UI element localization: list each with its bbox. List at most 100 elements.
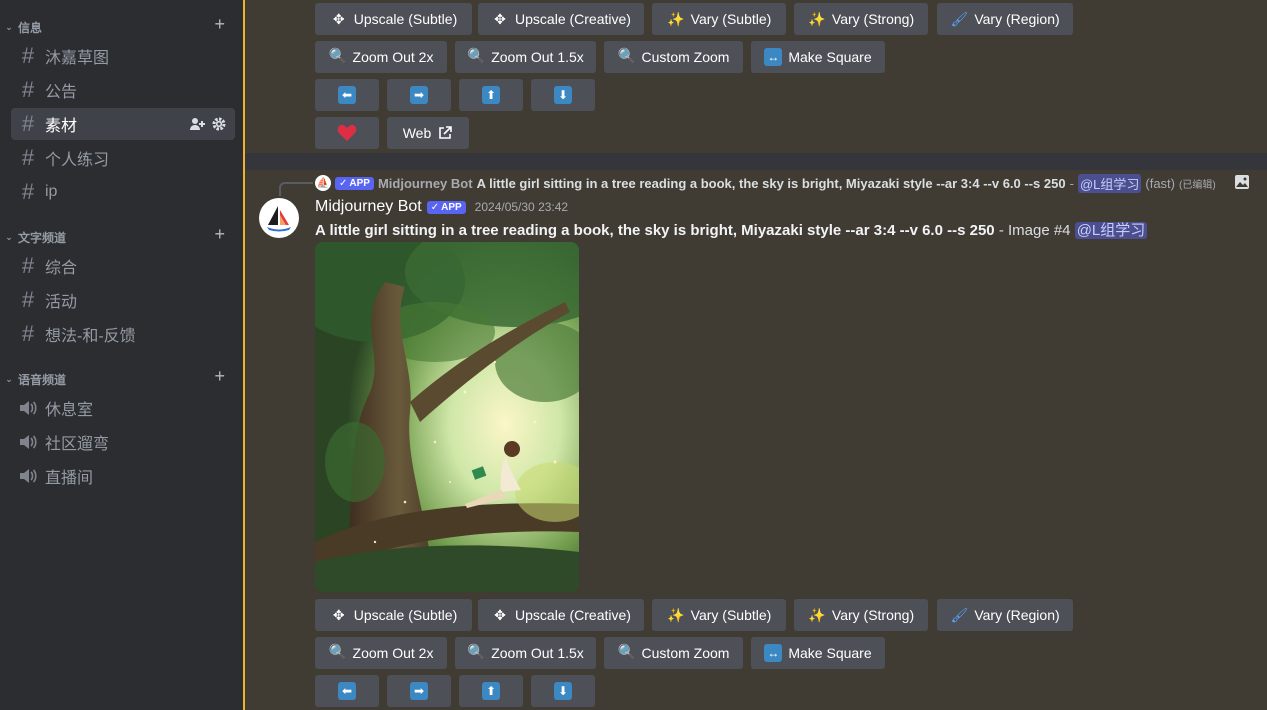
vary-region-button[interactable]: 🖌 Vary (Region)	[937, 599, 1073, 631]
magnifier-icon: 🔍	[467, 644, 486, 661]
pan-right-button[interactable]: ➡	[387, 79, 451, 111]
message-content: A little girl sitting in a tree reading …	[315, 219, 1148, 240]
pan-right-button[interactable]: ➡	[387, 675, 451, 707]
voice-channel-community[interactable]: 社区遛弯	[11, 426, 235, 458]
upscale-creative-button[interactable]: ✥ Upscale (Creative)	[478, 3, 644, 35]
button-label: Zoom Out 2x	[352, 645, 434, 661]
button-label: Vary (Subtle)	[690, 11, 772, 27]
hash-icon: #	[21, 77, 35, 102]
zoom-out-2x-button[interactable]: 🔍 Zoom Out 2x	[315, 637, 447, 669]
make-square-button[interactable]: ↔ Make Square	[751, 637, 885, 669]
app-badge: ✓ APP	[426, 200, 466, 214]
channel-item-ip[interactable]: # ip	[11, 176, 235, 208]
category-info[interactable]: ⌄ 信息 +	[0, 14, 243, 37]
button-label: Upscale (Creative)	[515, 11, 631, 27]
button-label: Upscale (Creative)	[515, 607, 631, 623]
magnifier-icon: 🔍	[617, 644, 637, 661]
zoom-out-1-5x-button[interactable]: 🔍 Zoom Out 1.5x	[455, 637, 596, 669]
channel-label: 综合	[45, 260, 78, 277]
pan-down-button[interactable]: ⬇	[531, 79, 595, 111]
vary-strong-button[interactable]: ✨ Vary (Strong)	[794, 3, 928, 35]
vary-subtle-button[interactable]: ✨ Vary (Subtle)	[652, 599, 786, 631]
channel-item-materials[interactable]: # 素材	[11, 108, 235, 140]
favorite-button[interactable]	[315, 117, 379, 149]
channel-item-sketch[interactable]: # 沐嘉草图	[11, 40, 235, 72]
button-label: Vary (Strong)	[831, 11, 915, 27]
external-link-icon	[439, 126, 453, 139]
make-square-button[interactable]: ↔ Make Square	[751, 41, 885, 73]
voice-channel-lounge[interactable]: 休息室	[11, 392, 235, 424]
zoom-out-2x-button[interactable]: 🔍 Zoom Out 2x	[315, 41, 447, 73]
hash-icon: #	[21, 111, 35, 136]
voice-channel-live[interactable]: 直播间	[11, 460, 235, 492]
image-icon	[1235, 175, 1249, 189]
prompt-text: A little girl sitting in a tree reading …	[315, 222, 995, 239]
button-label: Custom Zoom	[641, 645, 730, 661]
avatar[interactable]	[259, 198, 299, 238]
magnifier-icon: 🔍	[328, 48, 348, 65]
button-label: Vary (Region)	[974, 11, 1060, 27]
invite-member-icon[interactable]	[189, 116, 205, 132]
add-channel-icon[interactable]: +	[214, 14, 225, 35]
category-label: 文字频道	[18, 230, 67, 245]
arrow-down-icon: ⬇	[554, 86, 572, 104]
add-channel-icon[interactable]: +	[214, 224, 225, 245]
pan-down-button[interactable]: ⬇	[531, 675, 595, 707]
hash-icon: #	[21, 43, 35, 68]
pan-left-button[interactable]: ⬅	[315, 675, 379, 707]
upscale-subtle-button[interactable]: ✥ Upscale (Subtle)	[315, 599, 472, 631]
custom-zoom-button[interactable]: 🔍 Custom Zoom	[604, 41, 743, 73]
channel-item-feedback[interactable]: # 想法-和-反馈	[11, 318, 235, 350]
chevron-down-icon: ⌄	[5, 231, 13, 242]
button-label: Zoom Out 2x	[352, 49, 434, 65]
vary-subtle-button[interactable]: ✨ Vary (Subtle)	[652, 3, 786, 35]
magic-wand-icon: ✨	[808, 11, 826, 27]
channel-item-general[interactable]: # 综合	[11, 250, 235, 282]
expand-arrows-icon: ✥	[494, 607, 506, 623]
category-label: 语音频道	[18, 372, 67, 387]
channel-sidebar: ⌄ 信息 + # 沐嘉草图 # 公告 # 素材 # 个人练习 # ip ⌄ 文字…	[0, 0, 243, 710]
channel-item-practice[interactable]: # 个人练习	[11, 142, 235, 174]
button-label: Zoom Out 1.5x	[491, 645, 584, 661]
pan-up-button[interactable]: ⬆	[459, 675, 523, 707]
add-channel-icon[interactable]: +	[214, 366, 225, 387]
arrow-down-icon: ⬇	[554, 682, 572, 700]
vary-strong-button[interactable]: ✨ Vary (Strong)	[794, 599, 928, 631]
channel-item-events[interactable]: # 活动	[11, 284, 235, 316]
reply-preview[interactable]: ⛵ ✓ APP Midjourney Bot A little girl sit…	[315, 173, 1216, 193]
user-mention[interactable]: @L组学习	[1074, 222, 1148, 239]
pan-left-button[interactable]: ⬅	[315, 79, 379, 111]
upscale-creative-button[interactable]: ✥ Upscale (Creative)	[478, 599, 644, 631]
vary-region-button[interactable]: 🖌 Vary (Region)	[937, 3, 1073, 35]
web-link-button[interactable]: Web	[387, 117, 469, 149]
reply-avatar: ⛵	[315, 175, 331, 191]
hash-icon: #	[21, 145, 35, 170]
channel-label: 个人练习	[45, 152, 110, 169]
channel-label: 想法-和-反馈	[45, 328, 136, 345]
upscale-subtle-button[interactable]: ✥ Upscale (Subtle)	[315, 3, 472, 35]
pan-up-button[interactable]: ⬆	[459, 79, 523, 111]
button-label: Web	[402, 125, 432, 141]
author-name[interactable]: Midjourney Bot	[315, 198, 422, 216]
reply-speed: (fast)	[1145, 175, 1175, 191]
button-label: Upscale (Subtle)	[353, 607, 458, 623]
category-text-channels[interactable]: ⌄ 文字频道 +	[0, 224, 243, 247]
app-badge: ✓ APP	[335, 176, 374, 190]
reply-mention[interactable]: @L组学习	[1077, 173, 1142, 193]
zoom-out-1-5x-button[interactable]: 🔍 Zoom Out 1.5x	[455, 41, 596, 73]
timestamp[interactable]: 2024/05/30 23:42	[475, 200, 568, 214]
magic-wand-icon: ✨	[666, 11, 685, 27]
speaker-icon	[11, 467, 45, 485]
category-voice-channels[interactable]: ⌄ 语音频道 +	[0, 366, 243, 389]
gear-icon[interactable]	[211, 116, 227, 132]
generated-image[interactable]	[315, 242, 579, 592]
button-label: Vary (Subtle)	[690, 607, 772, 623]
button-label: Vary (Region)	[974, 607, 1060, 623]
button-label: Custom Zoom	[641, 49, 730, 65]
reply-author[interactable]: Midjourney Bot	[378, 176, 473, 191]
custom-zoom-button[interactable]: 🔍 Custom Zoom	[604, 637, 743, 669]
hash-icon: #	[21, 253, 35, 278]
magnifier-icon: 🔍	[467, 48, 486, 65]
channel-item-announcements[interactable]: # 公告	[11, 74, 235, 106]
arrow-left-icon: ⬅	[338, 682, 356, 700]
